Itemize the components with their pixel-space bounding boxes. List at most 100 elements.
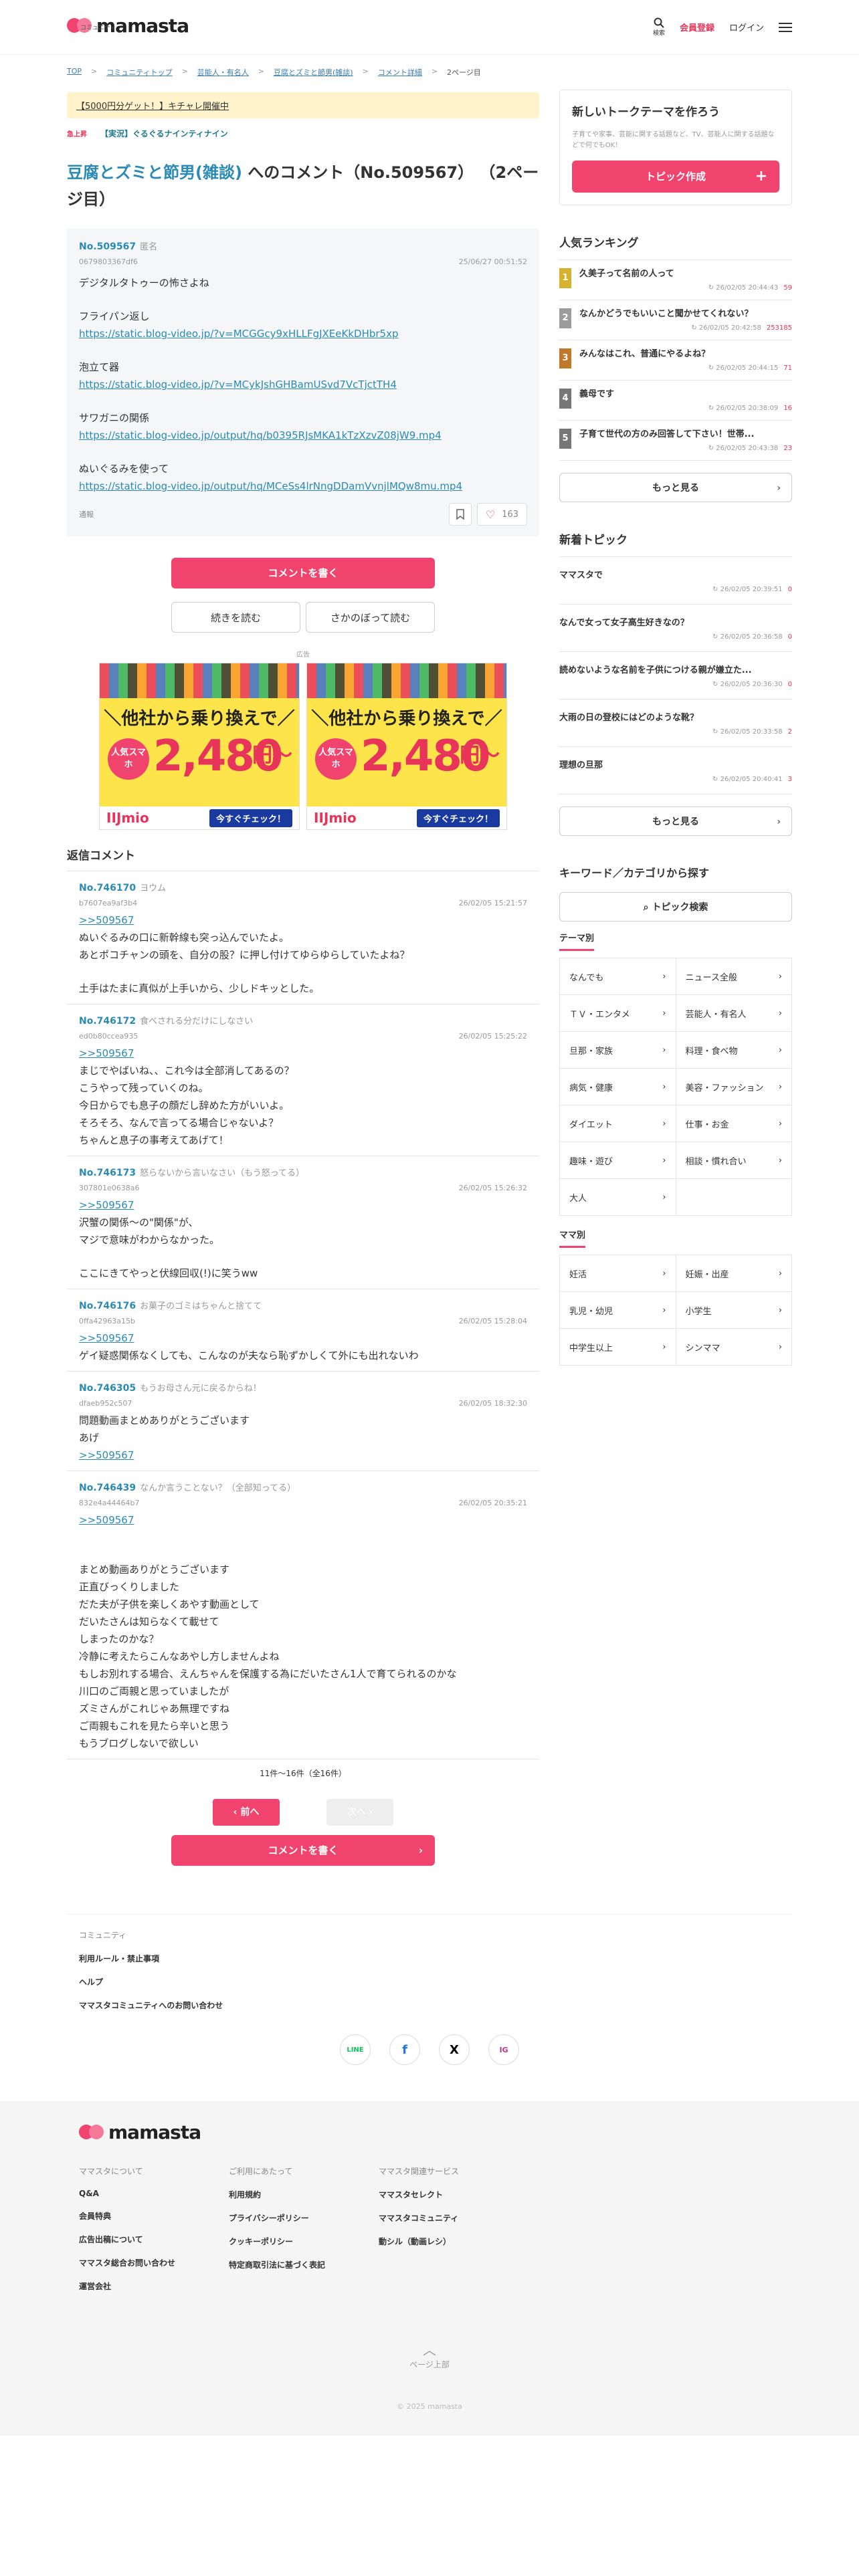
- ad-banner-1[interactable]: ＼他社から乗り換えで／ 人気スマホ 2,480 円〜 IIJmio 今すぐチェック…: [99, 663, 300, 830]
- body-line: あげ: [79, 1432, 100, 1444]
- theme-item[interactable]: 大人 ›: [560, 1179, 676, 1216]
- body-link[interactable]: >>509567: [79, 1045, 527, 1062]
- theme-item[interactable]: 仕事・お金 ›: [676, 1105, 792, 1142]
- reply-number[interactable]: No.746439: [79, 1483, 136, 1493]
- login-link[interactable]: ログイン: [729, 21, 764, 33]
- mama-grid: 妊活 › 妊娠・出産 › 乳児・幼児 › 小学生 › 中学生以上 › シンママ ›: [559, 1255, 792, 1366]
- reply-number[interactable]: No.746170: [79, 883, 136, 893]
- line-share-icon[interactable]: LINE: [340, 2034, 371, 2065]
- reply-number[interactable]: No.746173: [79, 1168, 136, 1178]
- trending-link[interactable]: 【実況】ぐるぐるナインティナイン: [100, 128, 228, 139]
- ranking-item[interactable]: 4 義母です ↻ 26/02/05 20:38:09 16: [559, 381, 792, 421]
- theme-item[interactable]: ダイエット ›: [560, 1105, 676, 1142]
- footer-logo[interactable]: mamasta: [79, 2121, 201, 2143]
- body-link[interactable]: >>509567: [79, 1446, 527, 1464]
- read-next-button[interactable]: 続きを読む: [171, 602, 300, 633]
- new-topic-item[interactable]: 理想の旦那 ↻ 26/02/05 20:40:41 3: [559, 747, 792, 794]
- body-link[interactable]: https://static.blog-video.jp/?v=MCykJshG…: [79, 376, 527, 393]
- footer-link[interactable]: ママスタセレクト: [379, 2189, 529, 2200]
- create-topic-button[interactable]: トピック作成 +: [572, 160, 779, 193]
- register-link[interactable]: 会員登録: [680, 21, 714, 33]
- mama-item[interactable]: シンママ ›: [676, 1329, 792, 1366]
- footer-link[interactable]: 利用規約: [229, 2189, 379, 2200]
- mama-item[interactable]: 妊活 ›: [560, 1255, 676, 1292]
- next-page-button[interactable]: 次へ ›: [326, 1799, 393, 1826]
- reply-number[interactable]: No.746305: [79, 1383, 136, 1394]
- ranking-item[interactable]: 5 子育て世代の方のみ回答して下さい！世帯... ↻ 26/02/05 20:43:…: [559, 421, 792, 461]
- theme-item[interactable]: ＴＶ・エンタメ ›: [560, 995, 676, 1032]
- footer-link[interactable]: 会員特典: [79, 2210, 229, 2222]
- breadcrumb-topic[interactable]: 豆腐とズミと節男(雑談): [274, 67, 353, 78]
- ad-banner-2[interactable]: ＼他社から乗り換えで／ 人気スマホ 2,480 円〜 IIJmio 今すぐチェック…: [306, 663, 507, 830]
- breadcrumb-top[interactable]: TOP: [67, 67, 82, 78]
- theme-tab[interactable]: テーマ別: [559, 931, 792, 958]
- bookmark-button[interactable]: [448, 503, 472, 526]
- new-topic-item[interactable]: なんで女って女子高生好きなの？ ↻ 26/02/05 20:36:58 0: [559, 605, 792, 652]
- theme-item[interactable]: なんでも ›: [560, 958, 676, 995]
- report-link[interactable]: 通報: [79, 509, 94, 520]
- prev-page-button[interactable]: ‹ 前へ: [213, 1799, 280, 1826]
- new-topic-item[interactable]: 読めないような名前を子供につける親が嫌立た... ↻ 26/02/05 20:36…: [559, 652, 792, 700]
- footer-link[interactable]: クッキーポリシー: [229, 2236, 379, 2247]
- reply-number[interactable]: No.746176: [79, 1301, 136, 1311]
- new-topic-item[interactable]: ママスタで ↻ 26/02/05 20:39:51 0: [559, 557, 792, 605]
- reply-number[interactable]: No.746172: [79, 1016, 136, 1027]
- mama-item[interactable]: 小学生 ›: [676, 1292, 792, 1329]
- topic-search-button[interactable]: ⌕ トピック検索: [559, 892, 792, 922]
- breadcrumb-category[interactable]: 芸能人・有名人: [197, 67, 249, 78]
- body-link[interactable]: >>509567: [79, 911, 527, 929]
- footer-link[interactable]: 動シル（動画レシ）: [379, 2236, 529, 2247]
- footer-link[interactable]: 運営会社: [79, 2280, 229, 2292]
- theme-item[interactable]: ニュース全般 ›: [676, 958, 792, 995]
- theme-item[interactable]: 病気・健康 ›: [560, 1069, 676, 1105]
- topic-title-link[interactable]: 豆腐とズミと節男(雑談): [67, 163, 242, 182]
- mama-item[interactable]: 妊娠・出産 ›: [676, 1255, 792, 1292]
- ranking-more-button[interactable]: もっと見る ›: [559, 473, 792, 502]
- footer-link[interactable]: Q&A: [79, 2189, 229, 2198]
- breadcrumb-comment[interactable]: コメント詳細: [378, 67, 422, 78]
- mama-tab[interactable]: ママ別: [559, 1228, 792, 1255]
- write-comment-button[interactable]: コメントを書く: [171, 558, 435, 588]
- read-back-button[interactable]: さかのぼって読む: [306, 602, 435, 633]
- write-comment-button-bottom[interactable]: コメントを書く ›: [171, 1835, 435, 1866]
- back-to-top-button[interactable]: ︿ ページ上部: [0, 2339, 859, 2370]
- ranking-item[interactable]: 2 なんかどうでもいいこと聞かせてくれない？ ↻ 26/02/05 20:42:58…: [559, 300, 792, 340]
- mama-item[interactable]: 中学生以上 ›: [560, 1329, 676, 1366]
- footer-link[interactable]: 特定商取引法に基づく表記: [229, 2259, 379, 2270]
- breadcrumb-community[interactable]: コミュニティトップ: [106, 67, 172, 78]
- theme-item[interactable]: 旦那・家族 ›: [560, 1032, 676, 1069]
- theme-item[interactable]: 美容・ファッション ›: [676, 1069, 792, 1105]
- footer-link[interactable]: ママスタ総合お問い合わせ: [79, 2257, 229, 2268]
- header-search-button[interactable]: 検索: [653, 17, 665, 37]
- mama-item[interactable]: 乳児・幼児 ›: [560, 1292, 676, 1329]
- menu-icon[interactable]: [779, 22, 792, 32]
- body-link[interactable]: https://static.blog-video.jp/?v=MCGGcy9x…: [79, 325, 527, 342]
- help-link[interactable]: ヘルプ: [67, 1976, 792, 1988]
- body-link[interactable]: >>509567: [79, 1329, 527, 1347]
- like-button[interactable]: ♡ 163: [476, 503, 527, 526]
- promo-banner[interactable]: 【5000円分ゲット！】キチャレ開催中: [67, 92, 539, 118]
- new-topic-item[interactable]: 大雨の日の登校にはどのような靴？ ↻ 26/02/05 20:33:58 2: [559, 700, 792, 747]
- facebook-share-icon[interactable]: f: [389, 2034, 420, 2065]
- footer-link[interactable]: 広告出稿について: [79, 2234, 229, 2245]
- contact-link[interactable]: ママスタコミュニティへのお問い合わせ: [67, 2000, 792, 2011]
- new-theme-title: 新しいトークテーマを作ろう: [572, 106, 720, 119]
- footer-link[interactable]: プライバシーポリシー: [229, 2212, 379, 2224]
- theme-item[interactable]: 趣味・遊び ›: [560, 1142, 676, 1179]
- body-link[interactable]: https://static.blog-video.jp/output/hq/b…: [79, 427, 527, 444]
- theme-item[interactable]: 芸能人・有名人 ›: [676, 995, 792, 1032]
- new-topics-more-button[interactable]: もっと見る ›: [559, 807, 792, 836]
- footer-link[interactable]: ママスタコミュニティ: [379, 2212, 529, 2224]
- x-share-icon[interactable]: X: [439, 2034, 470, 2065]
- ranking-item[interactable]: 1 久美子って名前の人って ↻ 26/02/05 20:44:43 59: [559, 260, 792, 300]
- body-link[interactable]: >>509567: [79, 1196, 527, 1214]
- rank-date: 26/02/05 20:44:15: [716, 364, 779, 372]
- theme-item[interactable]: 相談・慣れ合い ›: [676, 1142, 792, 1179]
- rules-link[interactable]: 利用ルール・禁止事項: [67, 1953, 792, 1964]
- instagram-share-icon[interactable]: IG: [488, 2034, 519, 2065]
- theme-item[interactable]: 料理・食べ物 ›: [676, 1032, 792, 1069]
- comment-number[interactable]: No.509567: [79, 241, 136, 252]
- ranking-item[interactable]: 3 みんなはこれ、普通にやるよね？ ↻ 26/02/05 20:44:15 71: [559, 340, 792, 381]
- body-link[interactable]: https://static.blog-video.jp/output/hq/M…: [79, 477, 527, 495]
- body-link[interactable]: >>509567: [79, 1511, 527, 1529]
